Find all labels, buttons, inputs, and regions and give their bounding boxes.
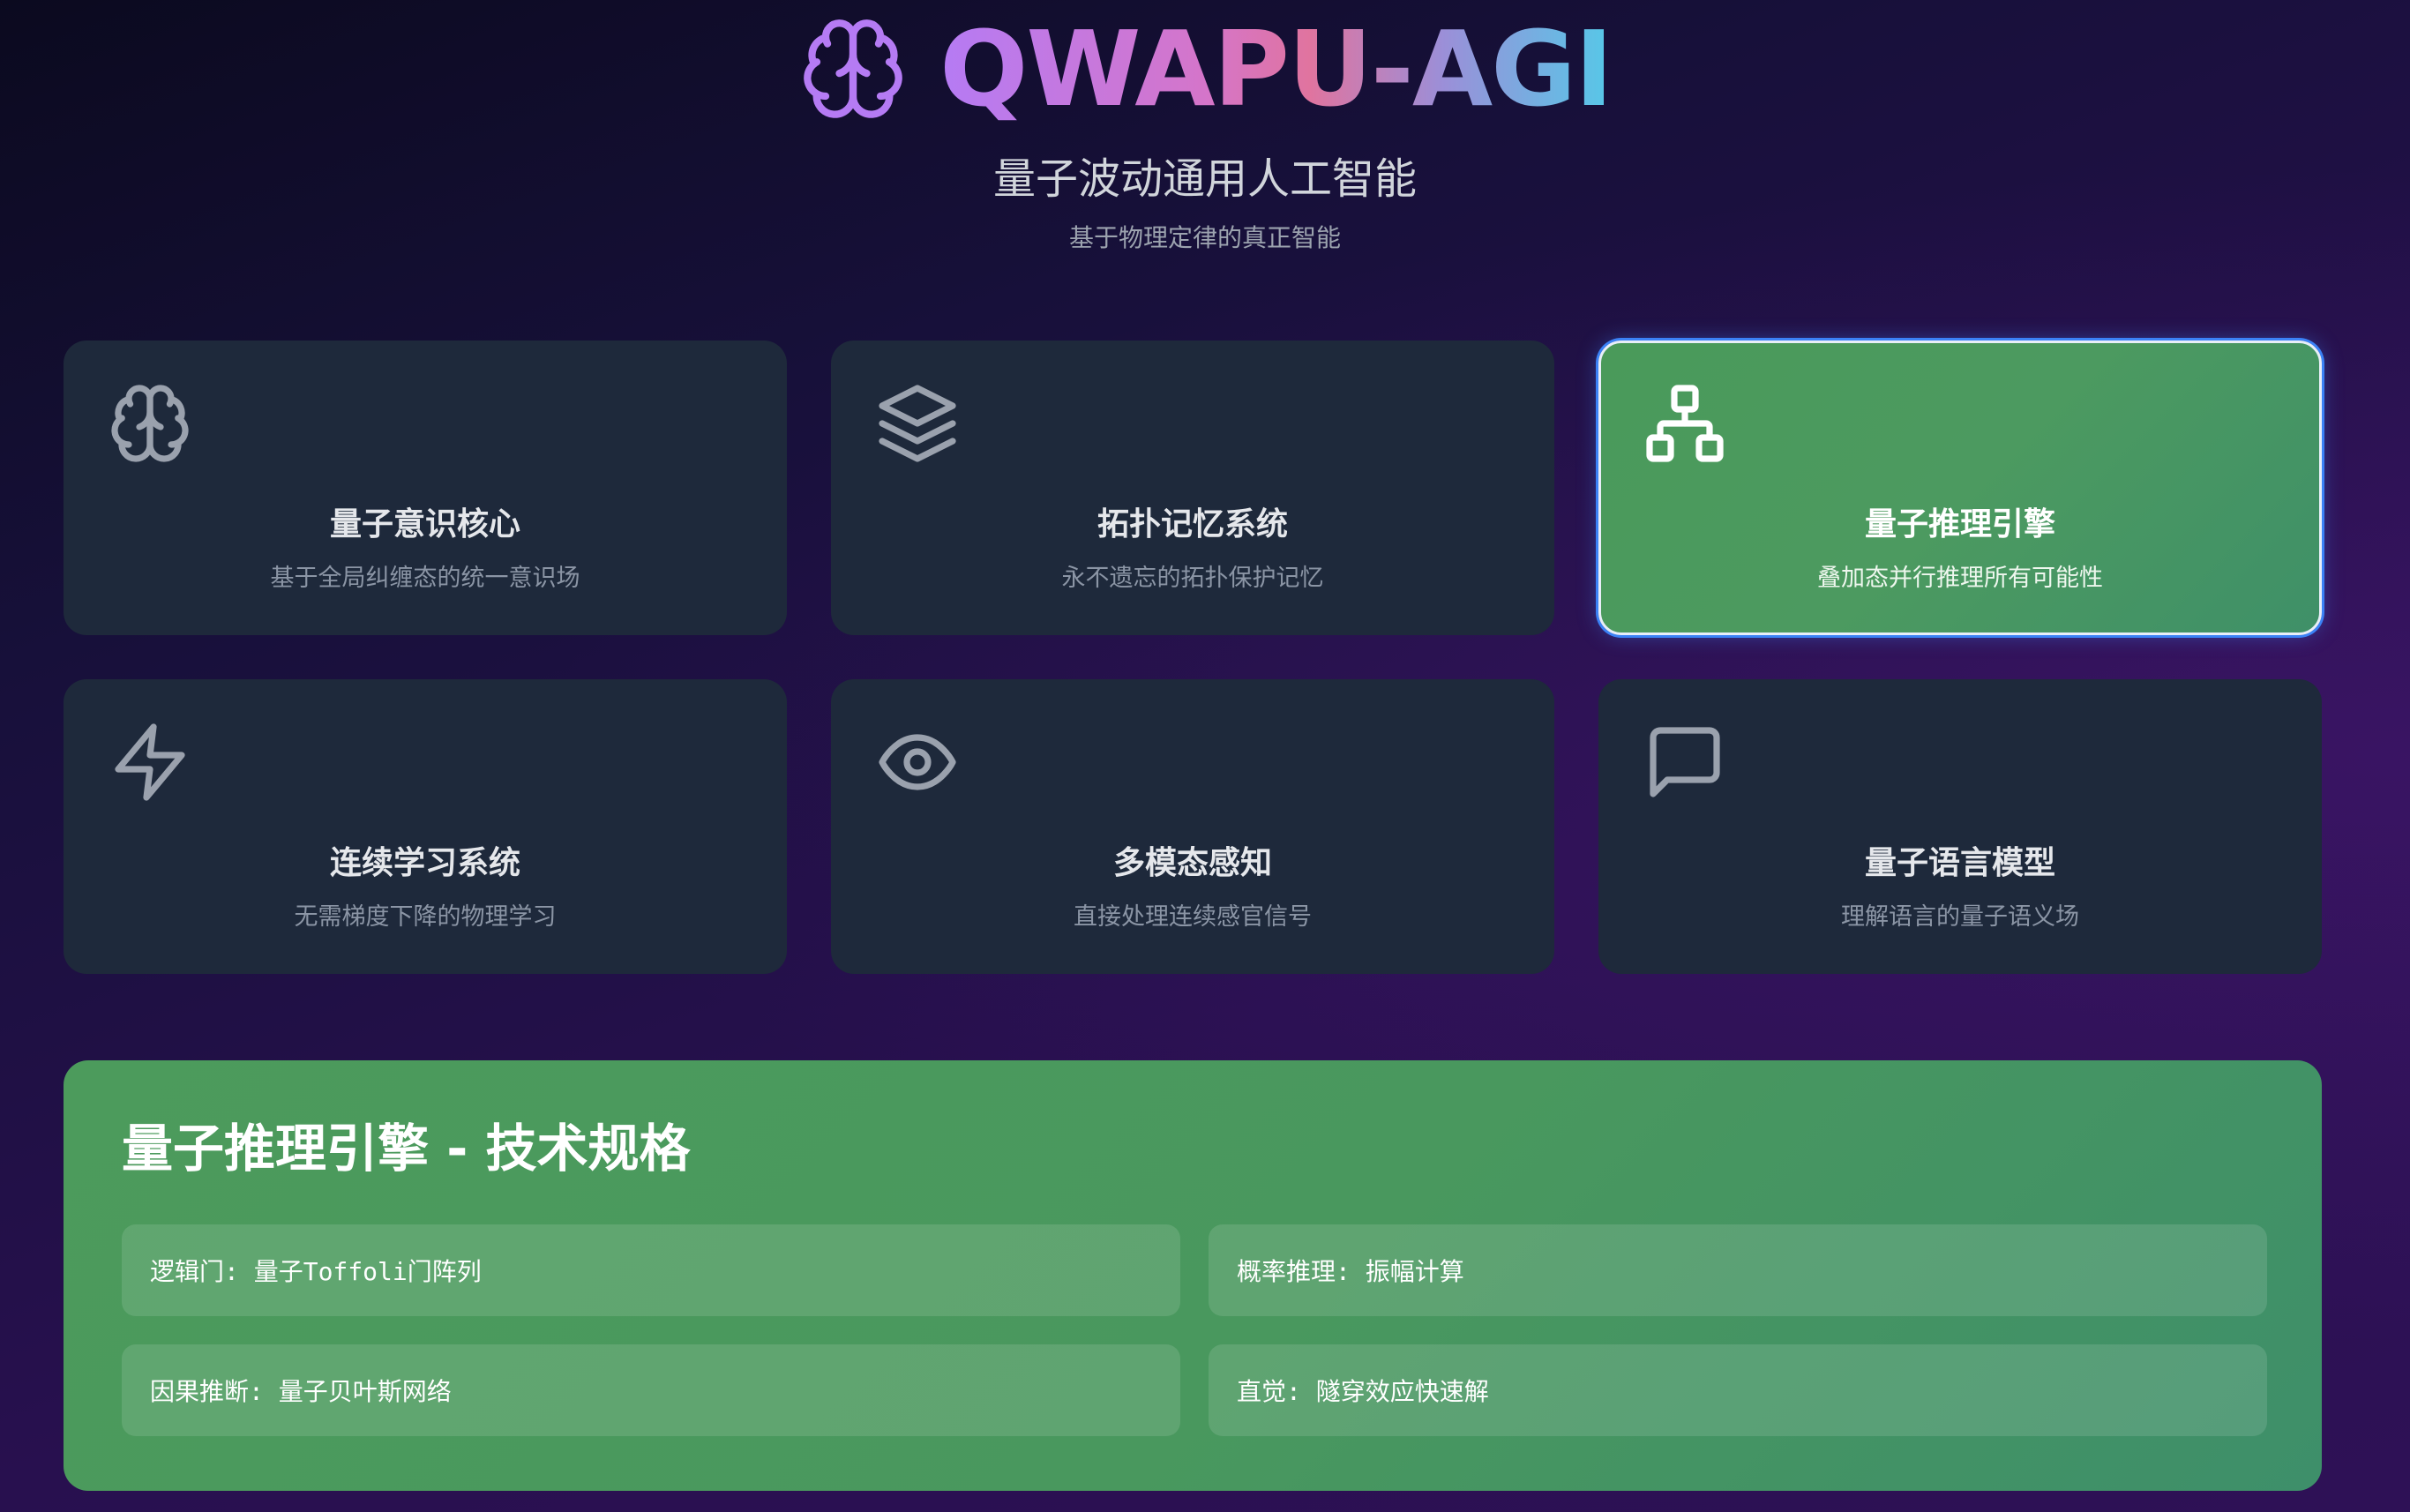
feature-card-description: 永不遗忘的拓扑保护记忆 [1061,565,1324,592]
layers-icon [875,381,960,466]
app-title: QWAPU-AGI [939,8,1613,130]
lightning-icon [108,720,192,805]
feature-card-reasoning-engine[interactable]: 量子推理引擎 叠加态并行推理所有可能性 [1598,341,2322,635]
spec-item: 因果推断: 量子贝叶斯网络 [122,1344,1180,1436]
feature-card-continuous-learning[interactable]: 连续学习系统 无需梯度下降的物理学习 [64,679,787,974]
feature-card-description: 理解语言的量子语义场 [1841,903,2079,931]
feature-card-title: 连续学习系统 [329,845,520,881]
feature-card-description: 叠加态并行推理所有可能性 [1817,565,2103,592]
spec-item: 概率推理: 振幅计算 [1209,1224,2267,1316]
spec-panel-title: 量子推理引擎 - 技术规格 [122,1119,691,1179]
tech-spec-panel: 量子推理引擎 - 技术规格 逻辑门: 量子Toffoli门阵列 概率推理: 振幅… [64,1060,2322,1491]
feature-card-description: 无需梯度下降的物理学习 [294,903,557,931]
feature-card-description: 直接处理连续感官信号 [1074,903,1312,931]
network-icon [1643,381,1727,466]
hero-header: QWAPU-AGI [0,7,2410,131]
spec-item: 逻辑门: 量子Toffoli门阵列 [122,1224,1180,1316]
brain-icon [108,381,192,466]
message-square-icon [1643,720,1727,805]
eye-icon [875,720,960,805]
brain-icon [798,14,908,124]
feature-card-consciousness-core[interactable]: 量子意识核心 基于全局纠缠态的统一意识场 [64,341,787,635]
feature-card-description: 基于全局纠缠态的统一意识场 [270,565,580,592]
app-subtitle: 量子波动通用人工智能 [992,154,1417,204]
feature-card-title: 多模态感知 [1112,845,1272,881]
feature-card-title: 量子意识核心 [329,506,520,543]
feature-card-title: 量子推理引擎 [1864,506,2055,543]
feature-card-title: 拓扑记忆系统 [1096,506,1288,543]
feature-card-title: 量子语言模型 [1864,845,2055,881]
app-tagline: 基于物理定律的真正智能 [1068,223,1341,252]
spec-item: 直觉: 隧穿效应快速解 [1209,1344,2267,1436]
feature-card-topological-memory[interactable]: 拓扑记忆系统 永不遗忘的拓扑保护记忆 [831,341,1554,635]
feature-card-multimodal-perception[interactable]: 多模态感知 直接处理连续感官信号 [831,679,1554,974]
feature-card-language-model[interactable]: 量子语言模型 理解语言的量子语义场 [1598,679,2322,974]
